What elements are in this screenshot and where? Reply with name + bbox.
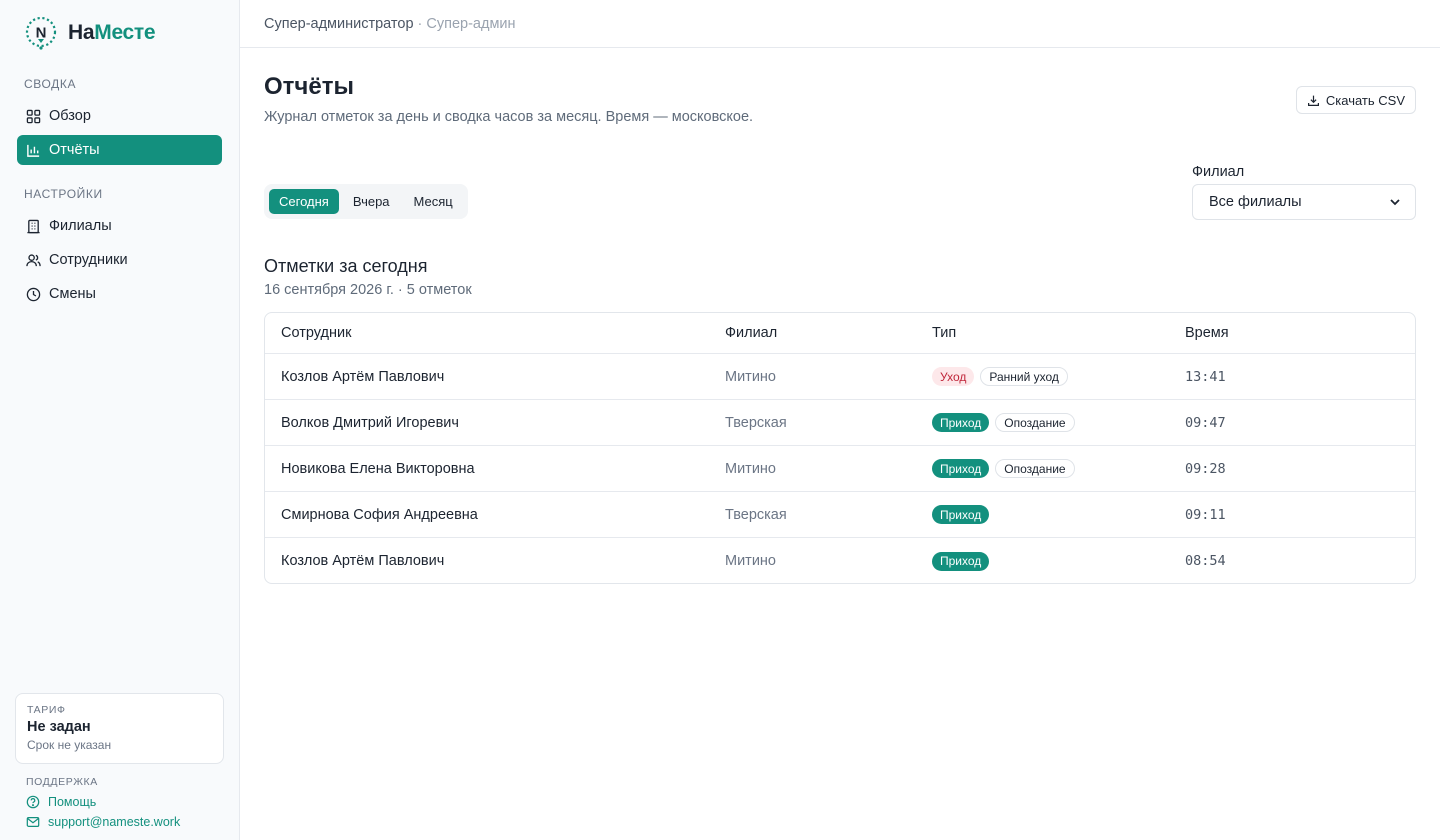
support-label: Поддержка	[26, 776, 98, 788]
branch-filter-value: Все филиалы	[1209, 194, 1302, 210]
mail-icon	[26, 817, 40, 827]
svg-text:N: N	[36, 25, 47, 42]
support-email-link[interactable]: support@nameste.work	[26, 815, 180, 829]
sidebar-item-employees[interactable]: Сотрудники	[17, 245, 222, 275]
app: N НаМесте Сводка Обзор Отчёты Настройки …	[0, 0, 1440, 840]
main-content: Супер-администратор · Супер-админ Отчёты…	[240, 0, 1440, 840]
sidebar-item-shifts[interactable]: Смены	[17, 279, 222, 309]
building-icon	[27, 219, 40, 233]
section-title: Отметки за сегодня	[264, 256, 428, 276]
branch-name: Тверская	[725, 414, 787, 431]
plan-label: Тариф	[27, 704, 66, 716]
plan-card: Тариф Не задан Срок не указан	[15, 693, 224, 764]
type-cell: Уход Ранний уход	[932, 367, 1185, 386]
sidebar-item-label: Сотрудники	[49, 252, 128, 268]
sidebar-item-label: Отчёты	[49, 142, 100, 158]
table-row[interactable]: Козлов Артём Павлович Митино Приход 08:5…	[265, 538, 1415, 583]
table-row[interactable]: Козлов Артём Павлович Митино Уход Ранний…	[265, 354, 1415, 400]
sidebar-item-overview[interactable]: Обзор	[17, 101, 222, 131]
nav-section-summary: Сводка	[24, 77, 77, 91]
table-header: Сотрудник Филиал Тип Время	[265, 313, 1415, 354]
note-badge: Опоздание	[995, 413, 1075, 432]
period-month-button[interactable]: Месяц	[404, 189, 463, 214]
mark-time: 09:47	[1185, 414, 1226, 431]
sidebar-item-label: Смены	[49, 286, 96, 302]
brand-name: НаМесте	[68, 21, 156, 44]
bar-chart-icon	[27, 144, 40, 157]
period-yesterday-button[interactable]: Вчера	[343, 189, 400, 214]
grid-icon	[26, 109, 41, 123]
current-user: Супер-администратор	[264, 15, 414, 32]
branch-name: Тверская	[725, 506, 787, 523]
type-badge: Уход	[932, 367, 975, 386]
employee-name: Козлов Артём Павлович	[281, 553, 445, 569]
marks-table: Сотрудник Филиал Тип Время Козлов Артём …	[264, 312, 1416, 584]
download-icon	[1307, 95, 1319, 106]
plan-name: Не задан	[27, 719, 91, 735]
download-csv-button[interactable]: Скачать CSV	[1295, 86, 1416, 114]
brand[interactable]: N НаМесте	[24, 16, 156, 50]
employee-name: Козлов Артём Павлович	[281, 368, 445, 385]
column-header-employee[interactable]: Сотрудник	[265, 325, 725, 341]
section-subtitle: 16 сентября 2026 г. · 5 отметок	[264, 282, 472, 298]
help-link[interactable]: Помощь	[26, 795, 96, 809]
mark-time: 13:41	[1185, 368, 1226, 385]
column-header-type[interactable]: Тип	[932, 325, 1185, 341]
employee-name: Волков Дмитрий Игоревич	[281, 414, 459, 431]
mark-time: 08:54	[1185, 553, 1226, 569]
type-badge: Приход	[932, 551, 990, 571]
table-row[interactable]: Смирнова София Андреевна Тверская Приход…	[265, 492, 1415, 538]
page-description: Журнал отметок за день и сводка часов за…	[264, 109, 754, 125]
period-today-button[interactable]: Сегодня	[269, 189, 339, 214]
column-header-time[interactable]: Время	[1185, 325, 1415, 341]
clock-icon	[26, 287, 41, 301]
employee-name: Смирнова София Андреевна	[281, 506, 478, 523]
sidebar-item-branches[interactable]: Филиалы	[17, 211, 222, 241]
type-cell: Приход Опоздание	[932, 413, 1185, 432]
mark-time: 09:28	[1185, 460, 1226, 477]
branch-name: Митино	[725, 368, 776, 385]
branch-filter-label: Филиал	[1192, 164, 1245, 180]
topbar-separator: ·	[417, 15, 423, 32]
employee-name: Новикова Елена Викторовна	[281, 460, 475, 477]
sidebar-item-reports[interactable]: Отчёты	[17, 135, 222, 165]
type-cell: Приход Опоздание	[932, 459, 1185, 478]
branch-name: Митино	[725, 460, 776, 477]
table-row[interactable]: Волков Дмитрий Игоревич Тверская Приход …	[265, 400, 1415, 446]
mark-time: 09:11	[1185, 506, 1226, 523]
type-cell: Приход	[932, 551, 1185, 571]
chevron-down-icon	[1390, 199, 1400, 206]
current-role: Супер-админ	[426, 15, 516, 32]
topbar: Супер-администратор · Супер-админ	[240, 0, 1440, 48]
branch-name: Митино	[725, 553, 776, 569]
users-icon	[26, 253, 41, 266]
type-cell: Приход	[932, 505, 1185, 524]
column-header-branch[interactable]: Филиал	[725, 325, 932, 341]
help-circle-icon	[26, 795, 40, 809]
page-title: Отчёты	[264, 73, 354, 100]
support-email-label: support@nameste.work	[48, 815, 181, 829]
sidebar: N НаМесте Сводка Обзор Отчёты Настройки …	[0, 0, 240, 840]
note-badge: Ранний уход	[980, 367, 1068, 386]
sidebar-item-label: Филиалы	[49, 218, 112, 234]
plan-expiry: Срок не указан	[27, 738, 112, 752]
sidebar-item-label: Обзор	[49, 108, 91, 124]
table-row[interactable]: Новикова Елена Викторовна Митино Приход …	[265, 446, 1415, 492]
brand-logo-icon: N	[24, 16, 58, 50]
type-badge: Приход	[932, 459, 990, 478]
help-link-label: Помощь	[48, 795, 97, 809]
branch-filter-select[interactable]: Все филиалы	[1192, 184, 1416, 220]
type-badge: Приход	[932, 505, 990, 524]
note-badge: Опоздание	[995, 459, 1075, 478]
nav-section-settings: Настройки	[24, 187, 103, 201]
download-csv-label: Скачать CSV	[1325, 92, 1405, 108]
period-switcher: Сегодня Вчера Месяц	[264, 184, 468, 219]
type-badge: Приход	[932, 413, 990, 432]
